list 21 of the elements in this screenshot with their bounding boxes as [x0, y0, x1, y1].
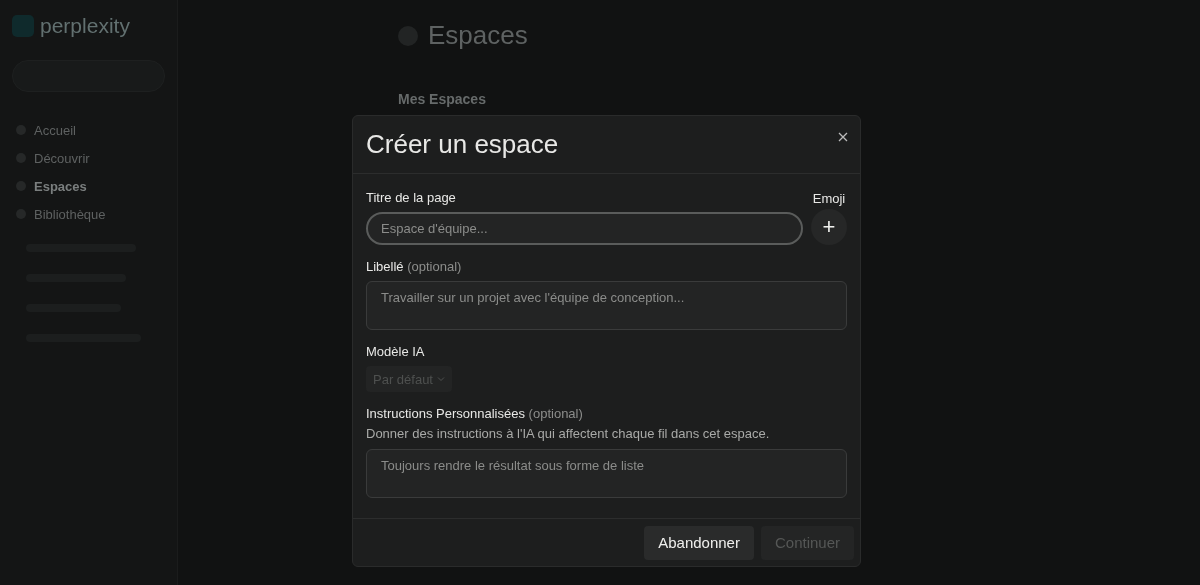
sidebar-item[interactable]: Espaces — [12, 172, 165, 200]
cancel-button[interactable]: Abandonner — [644, 525, 754, 560]
field-label: Titre de la page — [366, 190, 457, 205]
sidebar-item[interactable]: Accueil — [12, 116, 165, 144]
text-area[interactable]: Travailler sur un projet avec l'équipe de conception... — [366, 281, 847, 330]
field-label: Instructions Personnalisées (optional) — [366, 406, 584, 421]
sidebar-item[interactable]: Découvrir — [12, 144, 165, 172]
text-area[interactable]: Toujours rendre le résultat sous forme de liste — [366, 449, 847, 498]
logo-icon — [12, 15, 34, 37]
field-label: Modèle IA — [366, 344, 426, 359]
field-description: Donner des instructions à l'IA qui affectent chaque fil dans cet espace. — [366, 426, 771, 441]
page-title: Espaces — [428, 20, 528, 51]
dialog-title: Créer un espace — [366, 129, 559, 160]
emoji-button[interactable]: + — [811, 209, 847, 245]
sidebar-item[interactable]: Bibliothèque — [12, 200, 165, 228]
field-label: Libellé (optional) — [366, 259, 463, 274]
section-title: Mes Espaces — [398, 91, 487, 107]
logo: perplexity — [40, 14, 130, 38]
close-icon[interactable] — [838, 131, 848, 142]
field-label: Emoji — [812, 191, 846, 206]
input-field[interactable]: Espace d'équipe... — [366, 212, 803, 245]
